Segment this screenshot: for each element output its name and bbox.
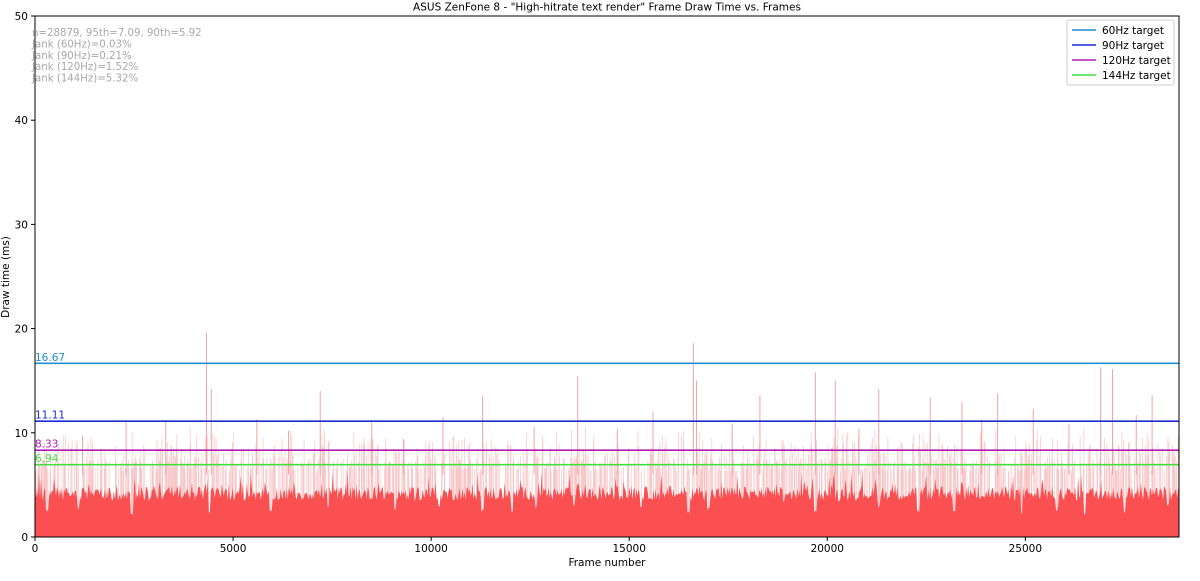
- x-axis-label: Frame number: [568, 557, 646, 569]
- legend-label: 120Hz target: [1102, 55, 1171, 67]
- x-tick-label: 10000: [414, 543, 447, 555]
- stats-annotation: Jank (144Hz)=5.32%: [31, 74, 138, 85]
- stats-annotation: n=28879, 95th=7.09, 90th=5.92: [32, 28, 202, 39]
- target-value-label: 6.94: [35, 453, 59, 465]
- x-tick-label: 25000: [1009, 543, 1042, 555]
- x-tick-label: 20000: [811, 543, 844, 555]
- stats-annotation: Jank (90Hz)=0.21%: [31, 51, 132, 62]
- frame-time-chart: ASUS ZenFone 8 - "High-hitrate text rend…: [0, 2, 1180, 569]
- y-tick-label: 20: [15, 324, 28, 336]
- y-tick-label: 0: [21, 532, 28, 544]
- stats-annotation: Jank (120Hz)=1.52%: [31, 62, 138, 73]
- legend-label: 60Hz target: [1102, 25, 1164, 37]
- y-axis-label: Draw time (ms): [0, 236, 12, 318]
- x-tick-label: 0: [32, 543, 39, 555]
- y-tick-label: 40: [15, 115, 28, 127]
- y-tick-label: 50: [15, 11, 28, 23]
- legend-label: 144Hz target: [1102, 70, 1171, 82]
- y-tick-label: 30: [15, 219, 28, 231]
- chart-title: ASUS ZenFone 8 - "High-hitrate text rend…: [413, 2, 801, 14]
- y-tick-label: 10: [15, 428, 28, 440]
- target-value-label: 16.67: [35, 352, 65, 364]
- x-tick-label: 15000: [613, 543, 646, 555]
- chart: ASUS ZenFone 8 - "High-hitrate text rend…: [0, 0, 1200, 577]
- plot-area: 16.67 11.11 8.33 6.94 0 5000 10000 15000 20000 25…: [15, 11, 1180, 555]
- x-tick-label: 5000: [220, 543, 247, 555]
- legend-label: 90Hz target: [1102, 40, 1164, 52]
- target-value-label: 11.11: [35, 410, 65, 422]
- stats-annotation: Jank (60Hz)=0.03%: [31, 39, 132, 50]
- target-value-label: 8.33: [35, 439, 58, 451]
